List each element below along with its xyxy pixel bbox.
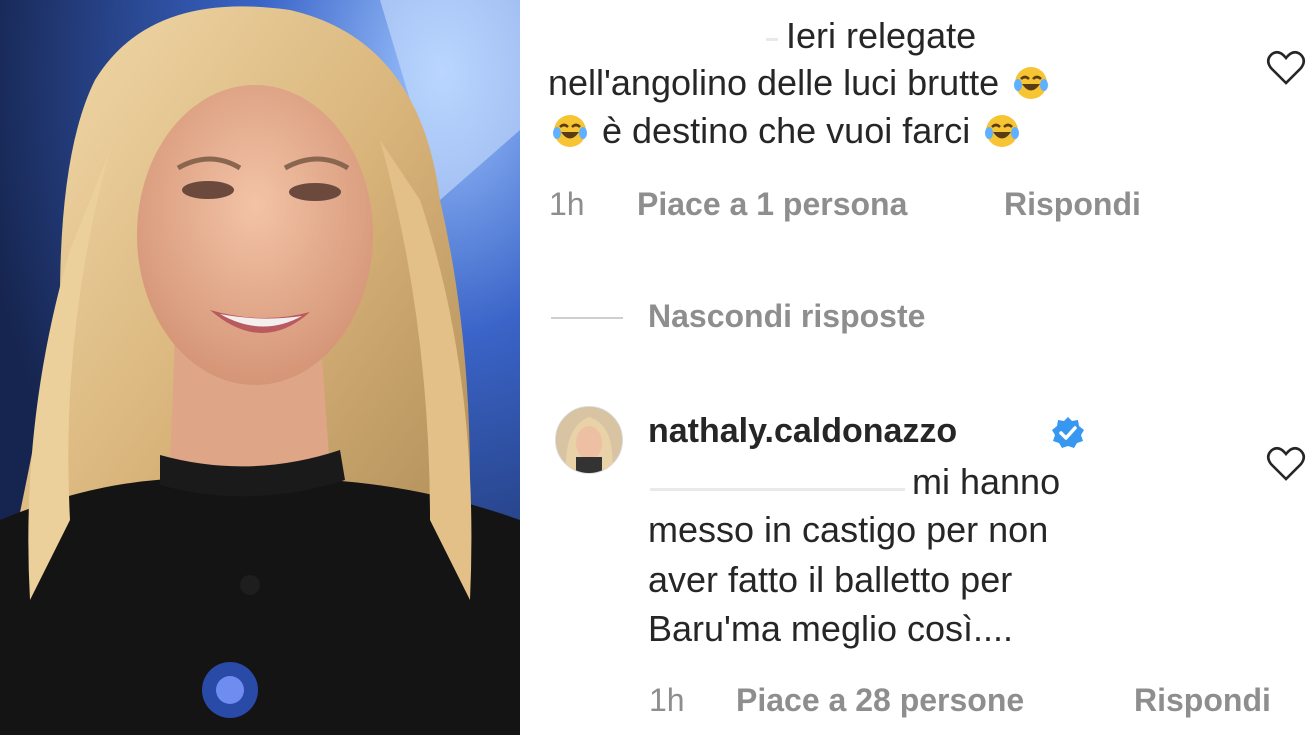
reply-reply-button[interactable]: Rispondi xyxy=(1134,682,1271,719)
comment-timestamp: 1h xyxy=(549,186,585,222)
reply-text-line-4: Baru'ma meglio così.... xyxy=(648,608,1014,649)
hide-replies-button[interactable]: Nascondi risposte xyxy=(648,298,925,335)
reply-text-line-1: mi hanno xyxy=(912,461,1061,502)
woman-portrait-image xyxy=(0,0,520,735)
reply-timestamp: 1h xyxy=(649,682,685,718)
comment-text-line-1: Ieri relegate xyxy=(786,15,977,56)
avatar[interactable] xyxy=(555,406,623,474)
laughing-crying-emoji-icon xyxy=(985,115,1020,147)
redacted-username xyxy=(766,38,778,41)
like-heart-icon[interactable] xyxy=(1266,50,1306,86)
avatar-image xyxy=(556,407,622,473)
comment-text-line-2: nell'angolino delle luci brutte xyxy=(548,59,1053,107)
comment-likes-link[interactable]: Piace a 1 persona xyxy=(637,186,907,223)
verified-badge-icon xyxy=(1052,417,1084,448)
profile-photo xyxy=(0,0,520,735)
laughing-crying-emoji-icon xyxy=(553,115,587,147)
comment-text-line-3: è destino che vuoi farci xyxy=(548,107,1024,155)
like-heart-icon[interactable] xyxy=(1266,446,1306,482)
redacted-mention xyxy=(650,488,905,491)
reply-likes-link[interactable]: Piace a 28 persone xyxy=(736,682,1024,719)
comment-text-line-2-text: nell'angolino delle luci brutte xyxy=(548,62,1000,103)
laughing-crying-emoji-icon xyxy=(1014,67,1049,99)
reply-text-line-3: aver fatto il balletto per xyxy=(648,559,1013,600)
reply-button[interactable]: Rispondi xyxy=(1004,186,1141,223)
reply-text-line-2: messo in castigo per non xyxy=(648,509,1049,550)
comment-text-line-3-text: è destino che vuoi farci xyxy=(602,110,971,151)
reply-username[interactable]: nathaly.caldonazzo xyxy=(648,412,957,451)
replies-divider-line xyxy=(551,317,623,319)
